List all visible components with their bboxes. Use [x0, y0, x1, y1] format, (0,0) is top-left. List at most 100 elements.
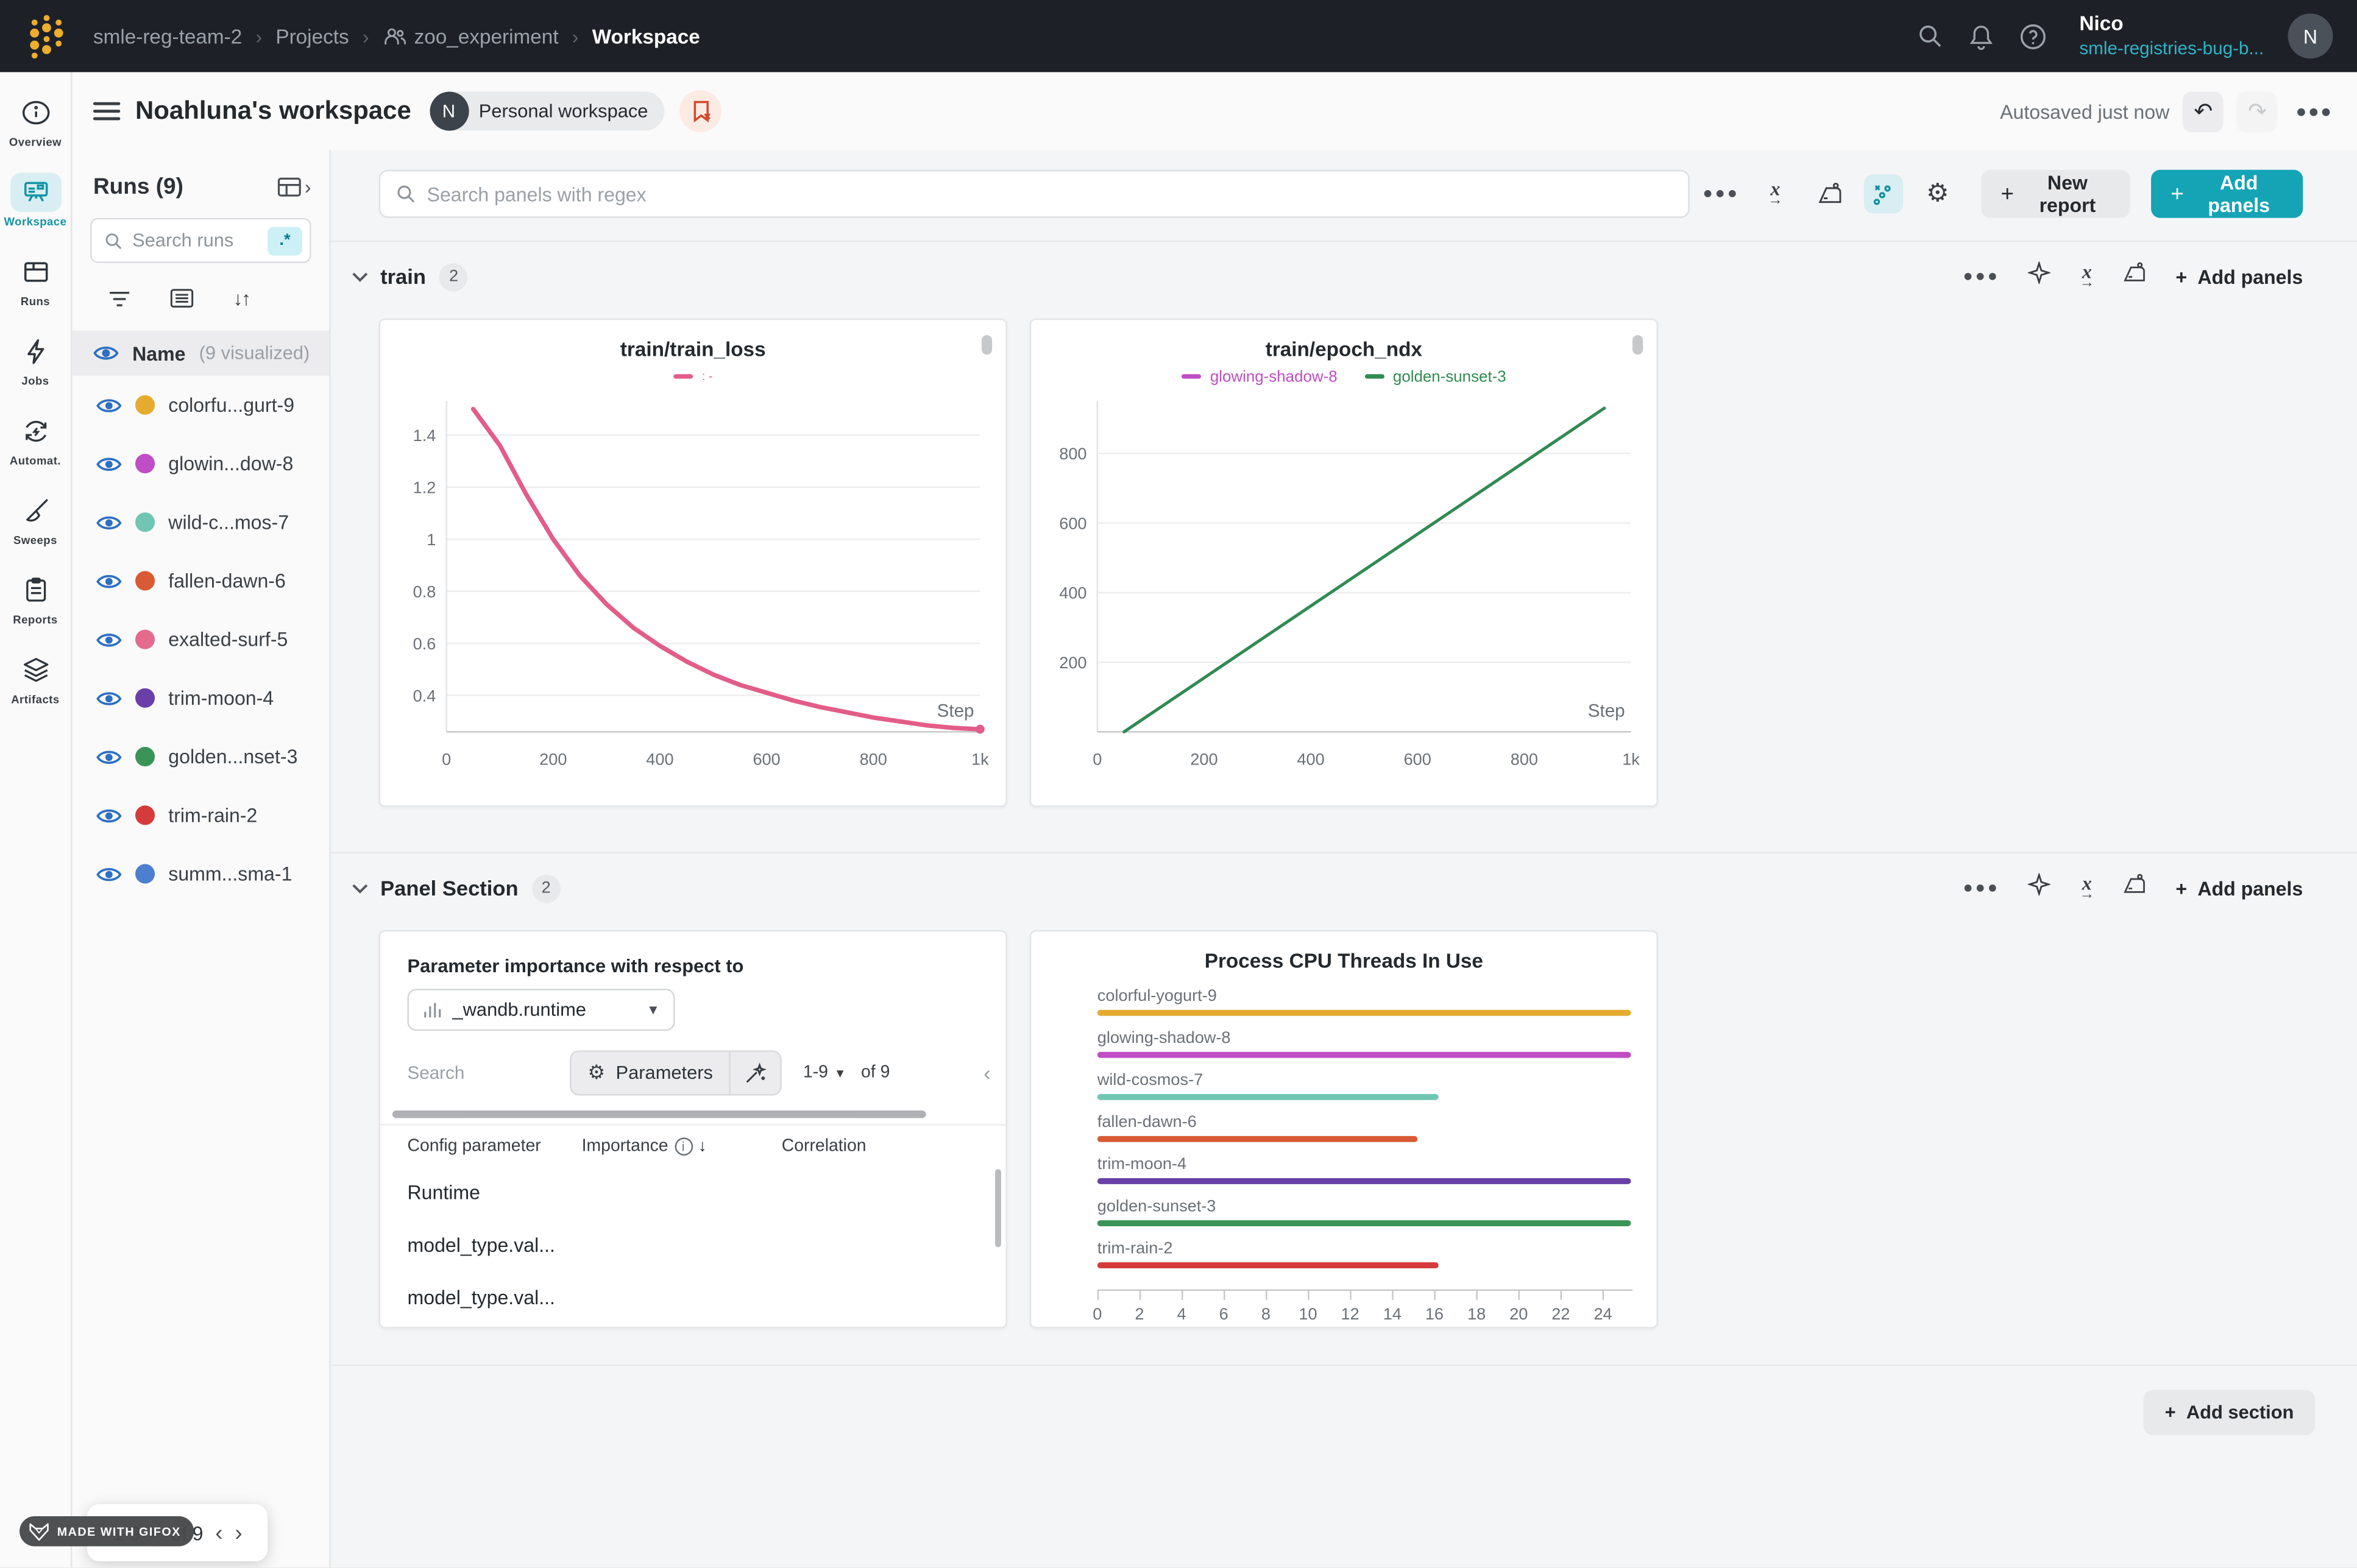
panel-parameter-importance[interactable]: Parameter importance with respect to _wa…: [379, 930, 1007, 1329]
visibility-eye-icon[interactable]: [96, 572, 122, 590]
panel-bank-icon[interactable]: [2123, 873, 2147, 903]
section-overflow-menu-icon[interactable]: ●●●: [1963, 267, 1999, 286]
param-search-input[interactable]: [408, 1062, 537, 1084]
visibility-eye-icon[interactable]: [93, 344, 119, 362]
rail-item-automations[interactable]: Automat.: [1, 412, 69, 467]
cpu-bar-row[interactable]: wild-cosmos-7: [1097, 1072, 1632, 1100]
add-panels-button[interactable]: + Add panels: [2151, 170, 2303, 218]
rail-item-runs[interactable]: Runs: [1, 252, 69, 308]
section-title[interactable]: Panel Section: [380, 876, 518, 900]
breadcrumb-project[interactable]: zoo_experiment: [414, 25, 559, 48]
visibility-eye-icon[interactable]: [96, 630, 122, 649]
run-row[interactable]: trim-moon-4: [72, 669, 329, 727]
run-row[interactable]: summ...sma-1: [72, 844, 329, 903]
x-axis-settings-icon[interactable]: x→: [2079, 877, 2094, 900]
panel-search-input[interactable]: [427, 183, 1673, 205]
visibility-eye-icon[interactable]: [96, 396, 122, 414]
legend-item[interactable]: golden-sunset-3: [1364, 367, 1506, 386]
cpu-bar-row[interactable]: glowing-shadow-8: [1097, 1029, 1632, 1058]
cpu-bar-row[interactable]: fallen-dawn-6: [1097, 1114, 1632, 1142]
filter-icon[interactable]: [108, 289, 131, 308]
section-overflow-menu-icon[interactable]: ●●●: [1963, 879, 1999, 897]
user-info[interactable]: Nico smle-registries-bug-b...: [2079, 12, 2264, 60]
legend-item[interactable]: : -: [673, 370, 712, 383]
run-row[interactable]: golden...nset-3: [72, 727, 329, 786]
section-add-panels-button[interactable]: + Add panels: [2175, 877, 2303, 899]
personal-workspace-badge[interactable]: N Personal workspace: [429, 91, 664, 130]
drag-handle[interactable]: [982, 335, 992, 355]
parameters-button[interactable]: ⚙ Parameters: [571, 1052, 729, 1094]
panel-train-loss[interactable]: train/train_loss : - 0.40.60.811.21.4020…: [379, 319, 1007, 807]
magic-wand-button[interactable]: [729, 1052, 781, 1094]
runs-search[interactable]: .*: [90, 218, 311, 263]
param-table-row[interactable]: Runtime: [380, 1166, 1005, 1218]
rail-item-artifacts[interactable]: Artifacts: [1, 651, 69, 706]
panel-search[interactable]: [379, 170, 1690, 218]
notifications-bell-icon[interactable]: [1956, 10, 2007, 62]
avatar[interactable]: N: [2288, 13, 2333, 58]
run-row[interactable]: fallen-dawn-6: [72, 551, 329, 610]
undo-button[interactable]: ↶: [2183, 91, 2224, 132]
runs-name-header[interactable]: Name (9 visualized): [72, 331, 329, 376]
wandb-logo-icon[interactable]: [21, 10, 73, 62]
visibility-eye-icon[interactable]: [96, 689, 122, 707]
run-row[interactable]: exalted-surf-5: [72, 610, 329, 669]
add-section-button[interactable]: + Add section: [2144, 1390, 2315, 1435]
param-pagination[interactable]: 1-9▼ of 9: [803, 1064, 890, 1082]
cpu-bar-row[interactable]: colorful-yogurt-9: [1097, 987, 1632, 1016]
menu-hamburger-icon[interactable]: [93, 102, 120, 121]
rail-item-sweeps[interactable]: Sweeps: [1, 492, 69, 547]
column-correlation[interactable]: Correlation: [782, 1137, 1006, 1155]
line-chart[interactable]: 0.40.60.811.21.402004006008001kStep: [380, 389, 1005, 797]
panel-cpu-threads[interactable]: Process CPU Threads In Use colorful-yogu…: [1030, 930, 1658, 1329]
column-config-parameter[interactable]: Config parameter: [380, 1137, 582, 1155]
cpu-bar-row[interactable]: trim-moon-4: [1097, 1156, 1632, 1184]
search-icon[interactable]: [1905, 10, 1956, 62]
horizontal-scrollbar[interactable]: [392, 1111, 991, 1118]
visibility-eye-icon[interactable]: [96, 806, 122, 824]
user-team-link[interactable]: smle-registries-bug-b...: [2079, 38, 2264, 60]
expand-runs-icon[interactable]: ›: [305, 176, 311, 199]
sort-desc-icon[interactable]: ↓: [698, 1137, 707, 1155]
rail-item-reports[interactable]: Reports: [1, 571, 69, 626]
group-list-icon[interactable]: [170, 289, 194, 308]
collapse-section-icon[interactable]: [352, 271, 368, 281]
clear-workspace-icon[interactable]: [679, 90, 721, 132]
gifox-badge[interactable]: MADE WITH GIFOX: [19, 1516, 194, 1546]
legend-item[interactable]: glowing-shadow-8: [1182, 367, 1338, 386]
section-add-panels-button[interactable]: + Add panels: [2175, 265, 2303, 288]
x-axis-settings-icon[interactable]: x→: [2079, 265, 2094, 288]
panel-epoch-ndx[interactable]: train/epoch_ndx glowing-shadow-8golden-s…: [1030, 319, 1658, 807]
line-chart[interactable]: 20040060080002004006008001kStep: [1031, 389, 1656, 797]
redo-button[interactable]: ↷: [2237, 91, 2278, 132]
run-row[interactable]: trim-rain-2: [72, 786, 329, 844]
rail-item-jobs[interactable]: Jobs: [1, 332, 69, 387]
param-table-row[interactable]: model_type.val...: [380, 1219, 1005, 1271]
help-icon[interactable]: [2007, 10, 2058, 62]
vertical-scrollbar[interactable]: [995, 1169, 1001, 1247]
visibility-eye-icon[interactable]: [96, 747, 122, 766]
panel-overflow-menu-icon[interactable]: ●●●: [1701, 174, 1740, 213]
runs-search-input[interactable]: [132, 230, 249, 251]
column-importance[interactable]: Importance: [582, 1137, 668, 1155]
rail-item-overview[interactable]: Overview: [1, 93, 69, 149]
collapse-section-icon[interactable]: [352, 883, 368, 893]
breadcrumb-projects[interactable]: Projects: [275, 25, 349, 48]
info-icon[interactable]: i: [674, 1137, 692, 1155]
workspace-overflow-menu[interactable]: ●●●: [2295, 101, 2333, 122]
run-row[interactable]: wild-c...mos-7: [72, 493, 329, 551]
run-row[interactable]: colorfu...gurt-9: [72, 376, 329, 434]
section-sparkle-icon[interactable]: [2029, 261, 2051, 291]
rail-item-workspace[interactable]: Workspace: [1, 173, 69, 228]
new-report-button[interactable]: + New report: [1981, 170, 2130, 218]
runs-table-icon[interactable]: [276, 176, 302, 199]
cpu-bar-row[interactable]: golden-sunset-3: [1097, 1198, 1632, 1226]
x-axis-settings-icon[interactable]: x→: [1756, 174, 1795, 213]
visibility-eye-icon[interactable]: [96, 454, 122, 473]
visibility-eye-icon[interactable]: [96, 865, 122, 883]
visibility-eye-icon[interactable]: [96, 513, 122, 531]
bar-chart[interactable]: colorful-yogurt-9 glowing-shadow-8 wild-co…: [1097, 987, 1632, 1268]
section-title[interactable]: train: [380, 264, 426, 288]
drag-handle[interactable]: [1632, 335, 1643, 355]
section-sparkle-icon[interactable]: [2029, 873, 2051, 903]
